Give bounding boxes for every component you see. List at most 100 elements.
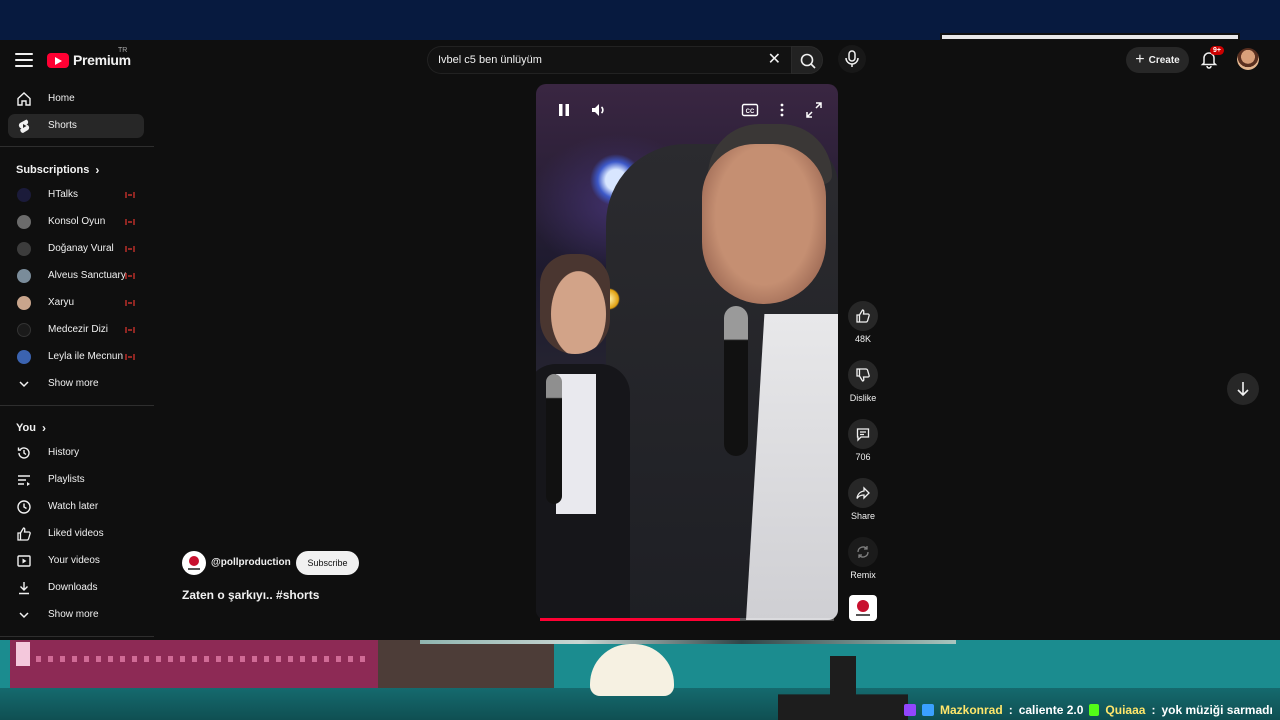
sidebar-item-xaryu[interactable]: Xaryu — [8, 291, 144, 315]
sub-badge-icon — [922, 704, 934, 716]
divider — [0, 405, 154, 406]
subscriptions-heading[interactable]: Subscriptions › — [16, 163, 99, 177]
chevron-right-icon: › — [95, 163, 100, 177]
subscribe-button[interactable]: Subscribe — [296, 551, 359, 575]
chat-message: caliente 2.0 — [1018, 703, 1084, 717]
mic-icon — [845, 50, 859, 67]
show-more-subscriptions[interactable]: Show more — [8, 372, 144, 396]
your-videos-icon — [17, 555, 31, 567]
more-options-icon[interactable] — [772, 100, 792, 120]
logo-country-code: TR — [118, 47, 128, 54]
channel-logo-icon — [856, 600, 870, 616]
captions-icon[interactable]: CC — [740, 100, 760, 120]
live-icon — [125, 219, 135, 225]
menu-icon[interactable] — [14, 50, 34, 70]
sidebar-item-alveus-sanctuary[interactable]: Alveus Sanctuary — [8, 264, 144, 288]
voice-search-button[interactable] — [838, 45, 866, 73]
pause-icon[interactable] — [554, 100, 574, 120]
youtube-window: Premium TR Ivbel c5 ben ünlüyüm ✕ + Crea… — [0, 40, 1280, 644]
home-icon — [17, 92, 31, 106]
volume-icon[interactable] — [589, 100, 609, 120]
sidebar-item-shorts-active[interactable]: Shorts — [8, 114, 144, 138]
clear-icon[interactable]: ✕ — [768, 51, 781, 69]
dislike-button[interactable]: Dislike — [846, 360, 880, 403]
overlay-white-block — [16, 642, 30, 666]
account-avatar[interactable] — [1237, 48, 1259, 70]
chat-user: Mazkonrad — [940, 703, 1003, 717]
search-button[interactable] — [791, 46, 823, 74]
live-icon — [125, 327, 135, 333]
video-frame-microphone — [724, 306, 748, 456]
search-query: Ivbel c5 ben ünlüyüm — [438, 54, 542, 66]
arrow-down-icon — [1237, 382, 1249, 397]
sidebar-item-downloads[interactable]: Downloads — [8, 576, 144, 600]
show-more-you[interactable]: Show more — [8, 603, 144, 627]
sidebar-item-label: History — [48, 447, 80, 458]
masthead: Premium TR Ivbel c5 ben ünlüyüm ✕ + Crea… — [0, 40, 1280, 80]
sidebar-item-history[interactable]: History — [8, 441, 144, 465]
youtube-premium-logo[interactable]: Premium TR — [47, 47, 131, 71]
chat-user: Quiaaa — [1105, 703, 1146, 717]
you-heading[interactable]: You › — [16, 421, 46, 435]
comments-button[interactable]: 706 — [846, 419, 880, 462]
kick-badge-icon — [1089, 704, 1100, 716]
video-progress-bar[interactable] — [540, 618, 834, 621]
you-title: You — [16, 422, 36, 434]
channel-thumbnail[interactable] — [849, 595, 877, 621]
short-title[interactable]: Zaten o şarkıyı.. #shorts — [182, 588, 319, 602]
comment-icon — [856, 428, 870, 442]
create-button[interactable]: + Create — [1126, 47, 1189, 73]
chevron-down-icon — [19, 381, 29, 388]
sidebar: Home Shorts Subscriptions › HTalks Konso… — [0, 80, 154, 644]
thumbs-up-icon — [856, 309, 870, 323]
stream-chat-ticker: Mazkonrad : caliente 2.0 Quiaaa : yok mü… — [904, 703, 1273, 717]
divider — [0, 636, 154, 637]
dislike-label: Dislike — [849, 393, 877, 403]
twitch-badge-icon — [904, 704, 916, 716]
search-input[interactable]: Ivbel c5 ben ünlüyüm ✕ — [427, 46, 791, 74]
chevron-right-icon: › — [41, 421, 46, 435]
playlists-icon — [18, 475, 30, 486]
sidebar-item-label: HTalks — [48, 189, 79, 200]
sidebar-item-htalks[interactable]: HTalks — [8, 183, 144, 207]
overlay-pixel-character — [590, 644, 674, 696]
chat-separator: : — [1008, 703, 1013, 717]
chevron-down-icon — [19, 612, 29, 619]
sidebar-item-label: Medcezir Dizi — [48, 324, 109, 335]
svg-text:CC: CC — [746, 109, 755, 115]
sidebar-item-doganay-vural[interactable]: Doğanay Vural — [8, 237, 144, 261]
next-short-button[interactable] — [1227, 373, 1259, 405]
overlay-pink-block — [10, 640, 378, 688]
sidebar-item-liked-videos[interactable]: Liked videos — [8, 522, 144, 546]
thumbs-up-icon — [17, 527, 31, 541]
sidebar-item-medcezir-dizi[interactable]: Medcezir Dizi — [8, 318, 144, 342]
sidebar-item-label: Show more — [48, 378, 99, 389]
sidebar-item-home[interactable]: Home — [8, 87, 144, 111]
sidebar-item-label: Downloads — [48, 582, 98, 593]
comment-count: 706 — [855, 452, 871, 462]
clock-icon — [17, 500, 31, 514]
live-icon — [125, 300, 135, 306]
live-icon — [125, 354, 135, 360]
channel-handle[interactable]: @pollproduction — [211, 557, 291, 568]
fullscreen-icon[interactable] — [804, 100, 824, 120]
channel-avatar[interactable] — [182, 551, 206, 575]
remix-button[interactable]: Remix — [846, 537, 880, 580]
shorts-video-player[interactable]: CC — [536, 84, 838, 620]
sidebar-item-playlists[interactable]: Playlists — [8, 468, 144, 492]
shorts-icon — [18, 119, 30, 133]
sidebar-item-watch-later[interactable]: Watch later — [8, 495, 144, 519]
share-button[interactable]: Share — [846, 478, 880, 521]
sidebar-item-label: Xaryu — [48, 297, 75, 308]
sidebar-item-your-videos[interactable]: Your videos — [8, 549, 144, 573]
search-icon — [800, 53, 816, 69]
share-icon — [856, 486, 870, 500]
live-icon — [125, 273, 135, 279]
sidebar-item-konsol-oyun[interactable]: Konsol Oyun — [8, 210, 144, 234]
stream-overlay-top — [0, 0, 1280, 41]
sidebar-item-leyla-ile-mecnun[interactable]: Leyla ile Mecnun — [8, 345, 144, 369]
channel-avatar — [17, 296, 31, 310]
like-button[interactable]: 48K — [846, 301, 880, 344]
channel-avatar — [17, 215, 31, 229]
thumbs-down-icon — [856, 368, 870, 382]
